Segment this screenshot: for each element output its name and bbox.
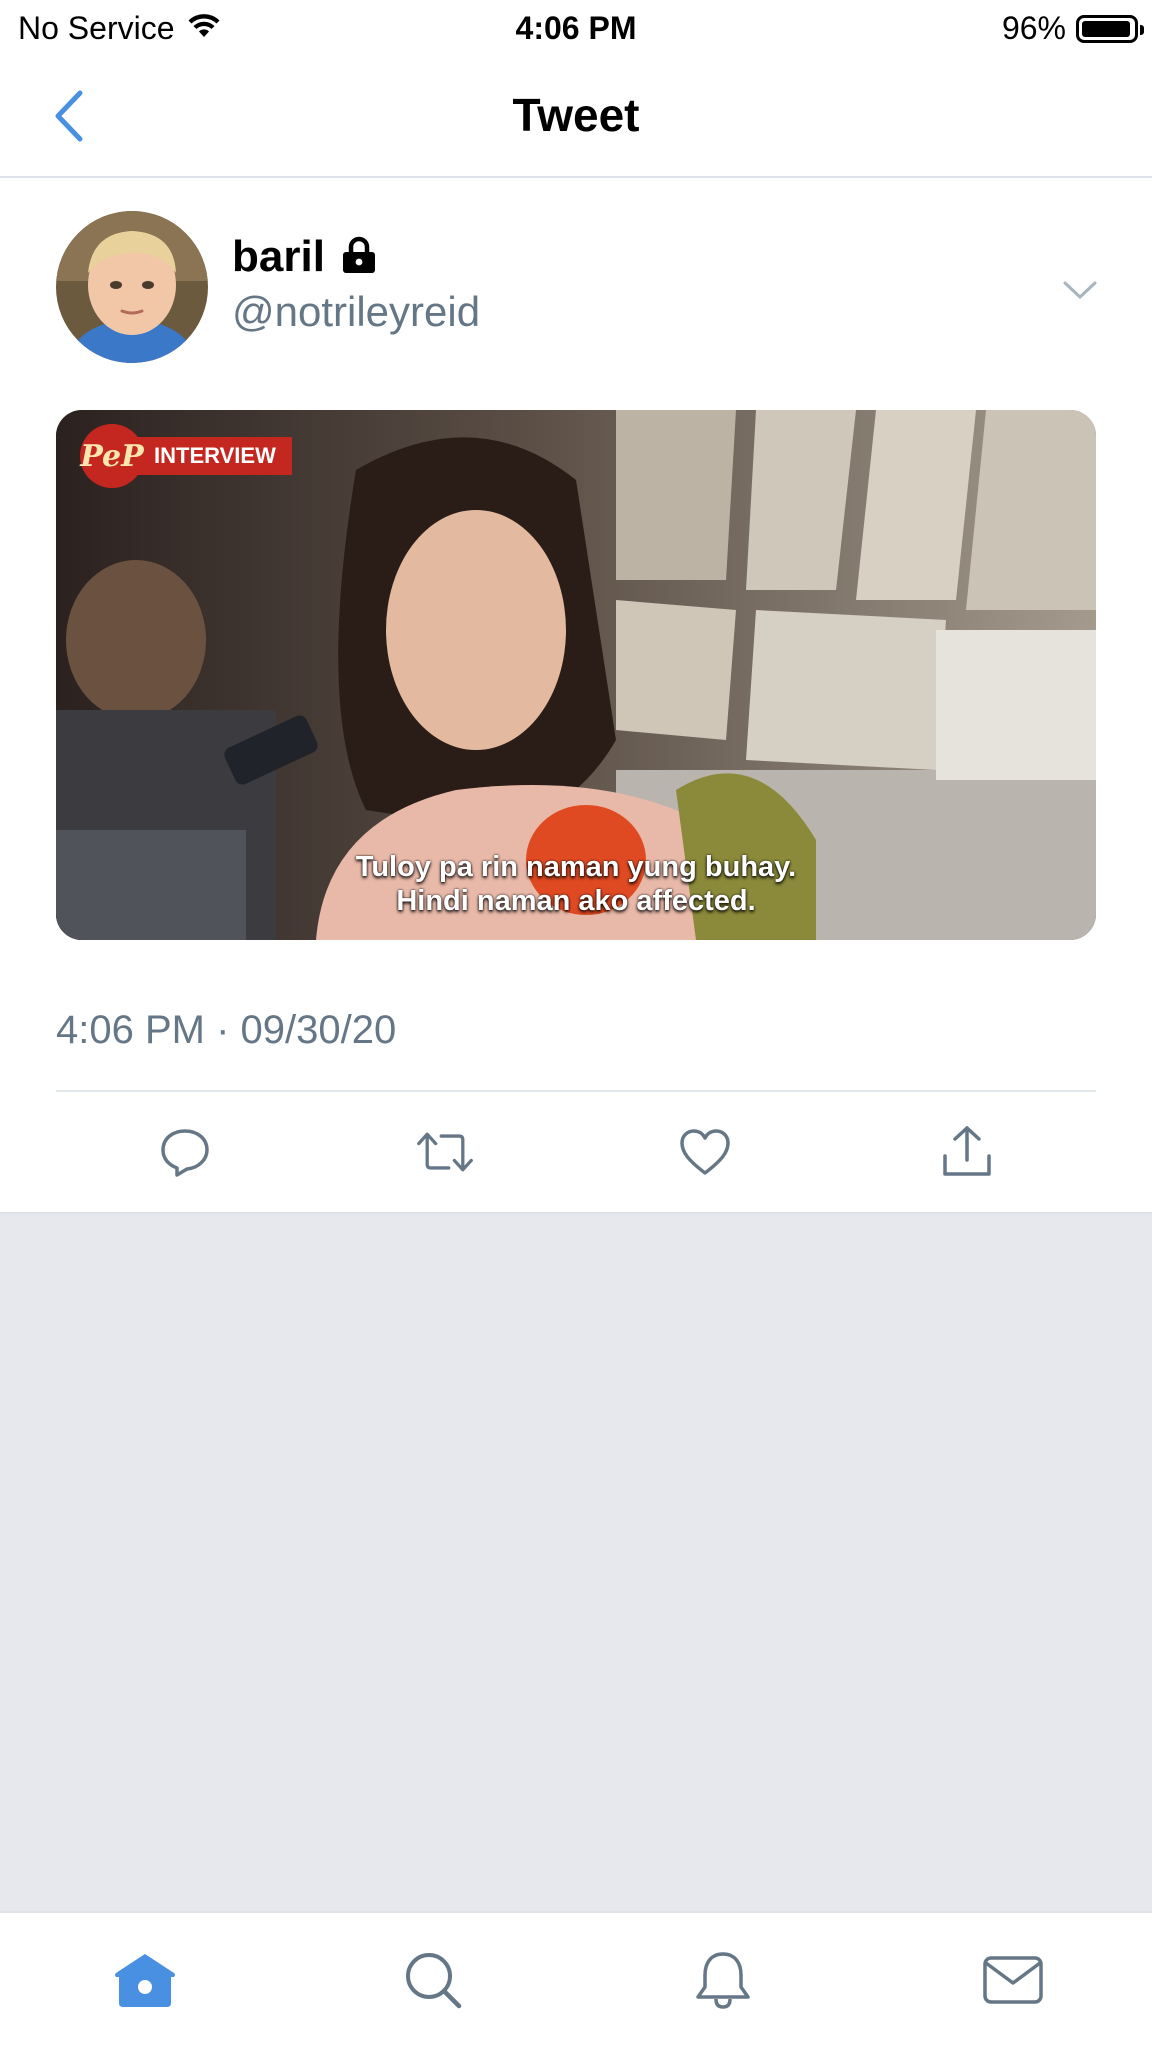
tab-notifications[interactable] <box>688 1945 758 2015</box>
tweet-action-bar <box>0 1092 1152 1210</box>
retweet-button[interactable] <box>415 1122 475 1182</box>
chevron-down-icon <box>1063 281 1097 299</box>
share-icon <box>943 1126 991 1176</box>
tweet-timestamp: 4:06 PM · 09/30/20 <box>56 1008 397 1052</box>
pep-interview-logo: PeP INTERVIEW <box>80 424 292 488</box>
tab-search[interactable] <box>398 1945 468 2015</box>
like-button[interactable] <box>675 1122 735 1182</box>
tab-bar <box>0 1911 1152 2048</box>
avatar[interactable] <box>56 211 208 363</box>
display-name[interactable]: baril <box>232 232 325 282</box>
reply-button[interactable] <box>155 1122 215 1182</box>
page-title: Tweet <box>512 89 640 141</box>
retweet-icon <box>417 1132 473 1172</box>
battery-icon <box>1076 14 1144 43</box>
battery-level <box>1082 20 1130 37</box>
user-handle[interactable]: @notrileyreid <box>232 288 480 336</box>
pep-logo-badge: PeP <box>80 424 144 488</box>
media-subtitle-line-1: Tuloy pa rin naman yung buhay. <box>355 851 797 883</box>
status-bar: No Service 4:06 PM 96% <box>0 0 1152 58</box>
notifications-icon <box>696 1952 750 2009</box>
navigation-bar: Tweet <box>0 58 1152 178</box>
tweet-options-button[interactable] <box>1060 270 1100 310</box>
heart-icon <box>680 1129 730 1175</box>
display-name-row: baril <box>232 232 379 282</box>
pep-interview-label: INTERVIEW <box>130 437 292 475</box>
lock-icon <box>339 235 379 280</box>
home-icon <box>115 1954 175 2007</box>
replies-area <box>0 1212 1152 1912</box>
reply-icon <box>161 1129 209 1177</box>
media-subtitle: Tuloy pa rin naman yung buhay. Hindi nam… <box>56 850 1096 918</box>
battery-nub <box>1140 24 1144 35</box>
tab-messages[interactable] <box>978 1945 1048 2015</box>
tab-home[interactable] <box>110 1945 180 2015</box>
status-right: 96% <box>1001 10 1144 47</box>
tweet-detail-screen: No Service 4:06 PM 96% Tweet baril @notr… <box>0 0 1152 2048</box>
status-time: 4:06 PM <box>515 10 637 46</box>
search-icon <box>406 1953 462 2009</box>
media-subtitle-line-2: Hindi naman ako affected. <box>396 885 756 917</box>
messages-icon <box>983 1956 1043 2004</box>
tweet-media-image[interactable]: PeP INTERVIEW Tuloy pa rin naman yung bu… <box>56 410 1096 940</box>
battery-percent: 96% <box>1001 10 1066 46</box>
share-button[interactable] <box>937 1122 997 1182</box>
